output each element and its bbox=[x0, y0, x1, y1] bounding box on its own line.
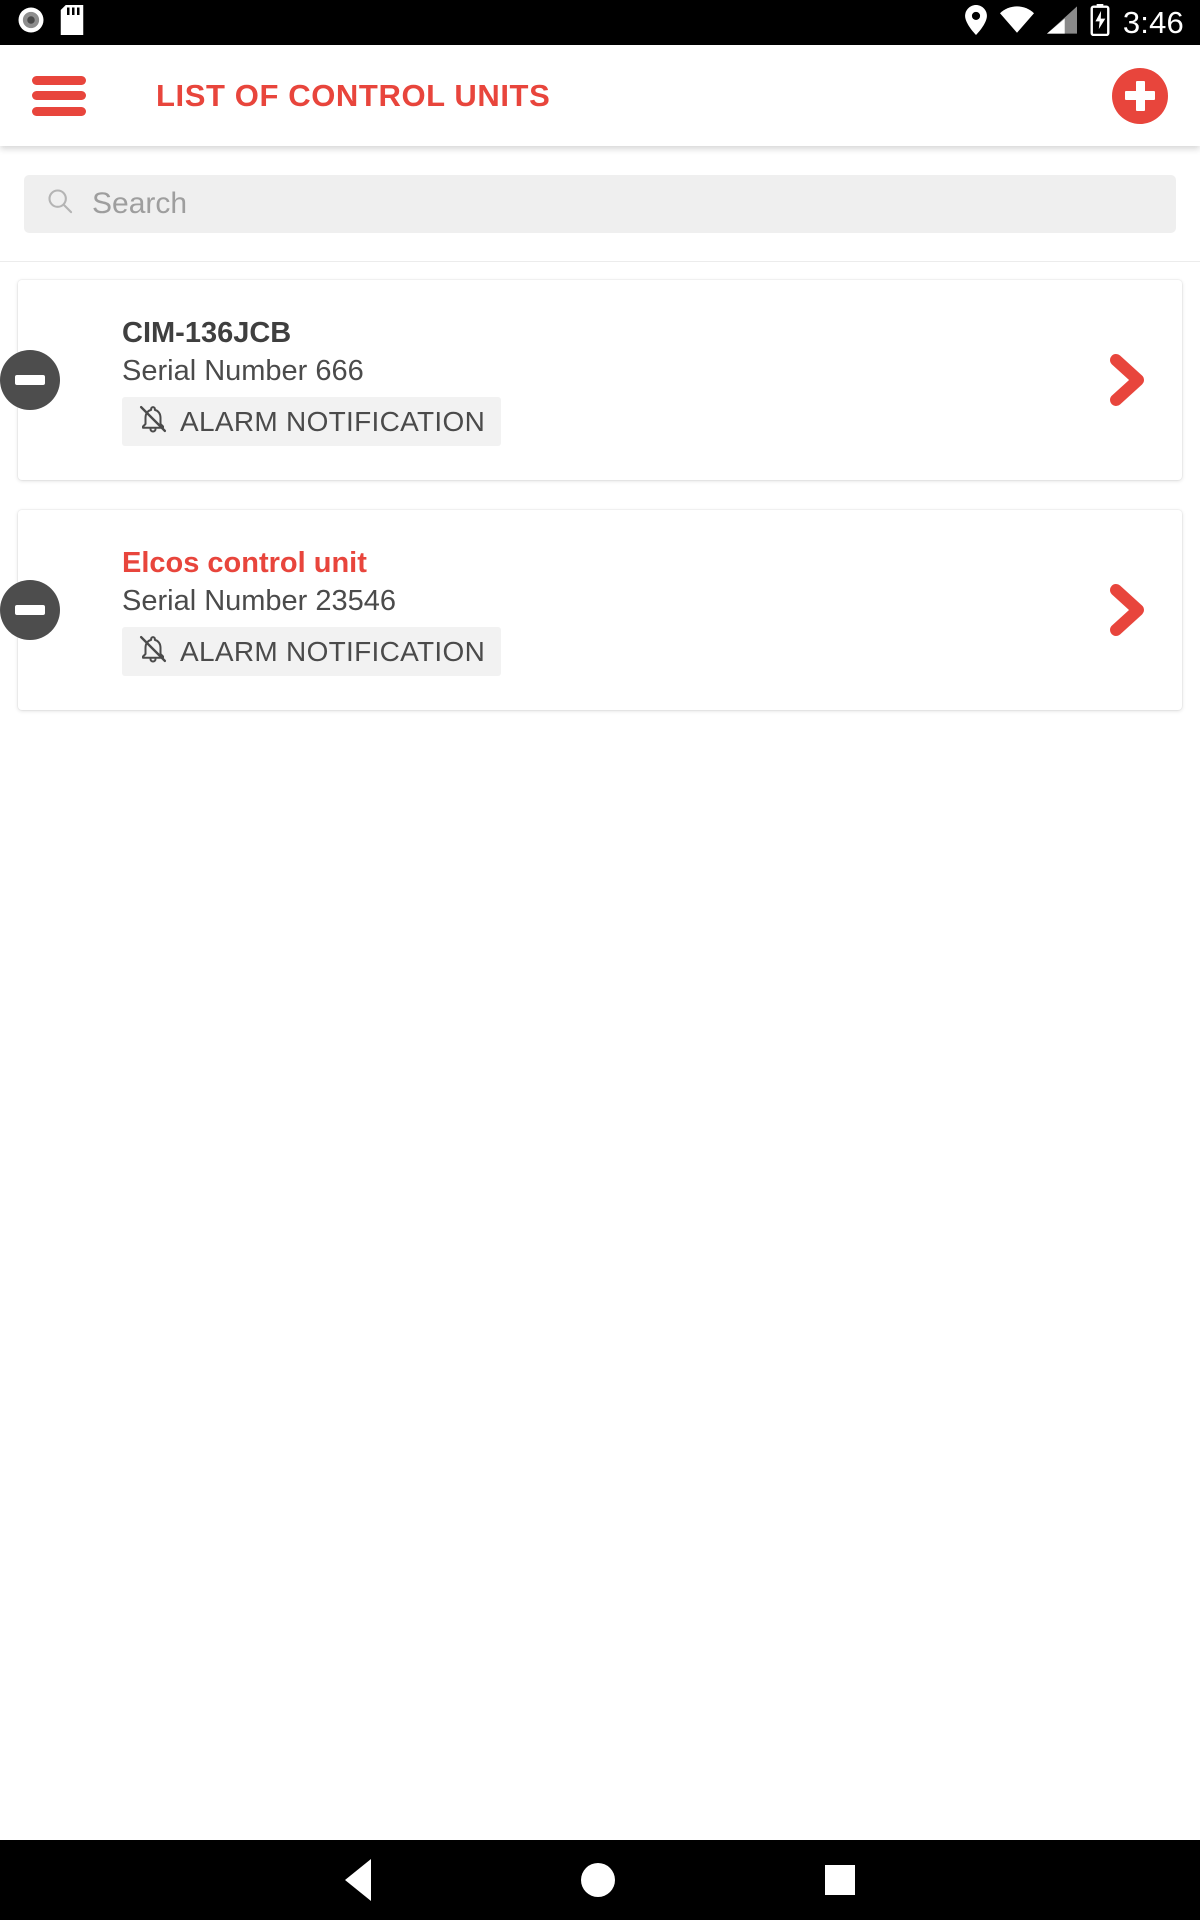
control-unit-serial: Serial Number 666 bbox=[122, 355, 364, 388]
search-placeholder-text: Search bbox=[92, 186, 188, 220]
control-unit-info: CIM-136JCB Serial Number 666 ALARM NOTIF… bbox=[122, 314, 1082, 447]
minus-bar bbox=[15, 605, 45, 615]
status-bar-right-icons: 3:46 bbox=[964, 4, 1184, 41]
control-unit-serial: Serial Number 23546 bbox=[122, 585, 397, 618]
hamburger-line bbox=[32, 75, 86, 85]
alarm-notification-label: ALARM NOTIFICATION bbox=[180, 635, 486, 667]
page-title: LIST OF CONTROL UNITS bbox=[156, 77, 551, 113]
control-unit-card[interactable]: Elcos control unit Serial Number 23546 A… bbox=[0, 510, 1182, 710]
search-icon bbox=[46, 187, 74, 220]
battery-charging-icon bbox=[1090, 4, 1110, 41]
minus-bar bbox=[15, 375, 45, 385]
alarm-notification-chip[interactable]: ALARM NOTIFICATION bbox=[122, 627, 502, 677]
chevron-right-icon[interactable] bbox=[1096, 582, 1156, 638]
add-control-unit-button[interactable] bbox=[1112, 67, 1168, 124]
cellular-signal-icon bbox=[1046, 5, 1077, 40]
hamburger-menu-icon[interactable] bbox=[32, 75, 86, 116]
control-units-list: CIM-136JCB Serial Number 666 ALARM NOTIF… bbox=[0, 262, 1200, 1840]
bell-off-icon bbox=[138, 634, 168, 669]
status-bar-left-icons bbox=[16, 5, 84, 40]
bell-off-icon bbox=[138, 404, 168, 439]
plus-vertical-bar bbox=[1135, 80, 1145, 111]
control-unit-name: Elcos control unit bbox=[122, 546, 367, 579]
search-region: Search bbox=[0, 146, 1200, 262]
app-bar: LIST OF CONTROL UNITS bbox=[0, 45, 1200, 146]
minus-circle-icon bbox=[0, 350, 60, 410]
status-bar-clock: 3:46 bbox=[1122, 5, 1184, 40]
alarm-notification-chip[interactable]: ALARM NOTIFICATION bbox=[122, 397, 502, 447]
minus-circle-icon bbox=[0, 580, 60, 640]
control-unit-card[interactable]: CIM-136JCB Serial Number 666 ALARM NOTIF… bbox=[0, 280, 1182, 480]
wifi-icon bbox=[999, 5, 1034, 40]
control-unit-info: Elcos control unit Serial Number 23546 A… bbox=[122, 544, 1082, 677]
android-navigation-bar bbox=[0, 1840, 1200, 1920]
android-status-bar: 3:46 bbox=[0, 0, 1200, 45]
phone-screen: 3:46 LIST OF CONTROL UNITS Search CIM-13… bbox=[0, 0, 1200, 1920]
screen-record-icon bbox=[16, 5, 46, 40]
chevron-right-icon[interactable] bbox=[1096, 352, 1156, 408]
sd-card-icon bbox=[60, 5, 84, 40]
location-pin-icon bbox=[964, 5, 987, 40]
alarm-notification-label: ALARM NOTIFICATION bbox=[180, 405, 486, 437]
hamburger-line bbox=[32, 106, 86, 116]
search-input[interactable]: Search bbox=[24, 174, 1176, 233]
recents-square-icon[interactable] bbox=[825, 1865, 855, 1895]
back-triangle-icon[interactable] bbox=[345, 1859, 371, 1901]
home-circle-icon[interactable] bbox=[581, 1863, 615, 1897]
plus-icon bbox=[1125, 80, 1155, 111]
control-unit-name: CIM-136JCB bbox=[122, 316, 292, 349]
hamburger-line bbox=[32, 91, 86, 100]
